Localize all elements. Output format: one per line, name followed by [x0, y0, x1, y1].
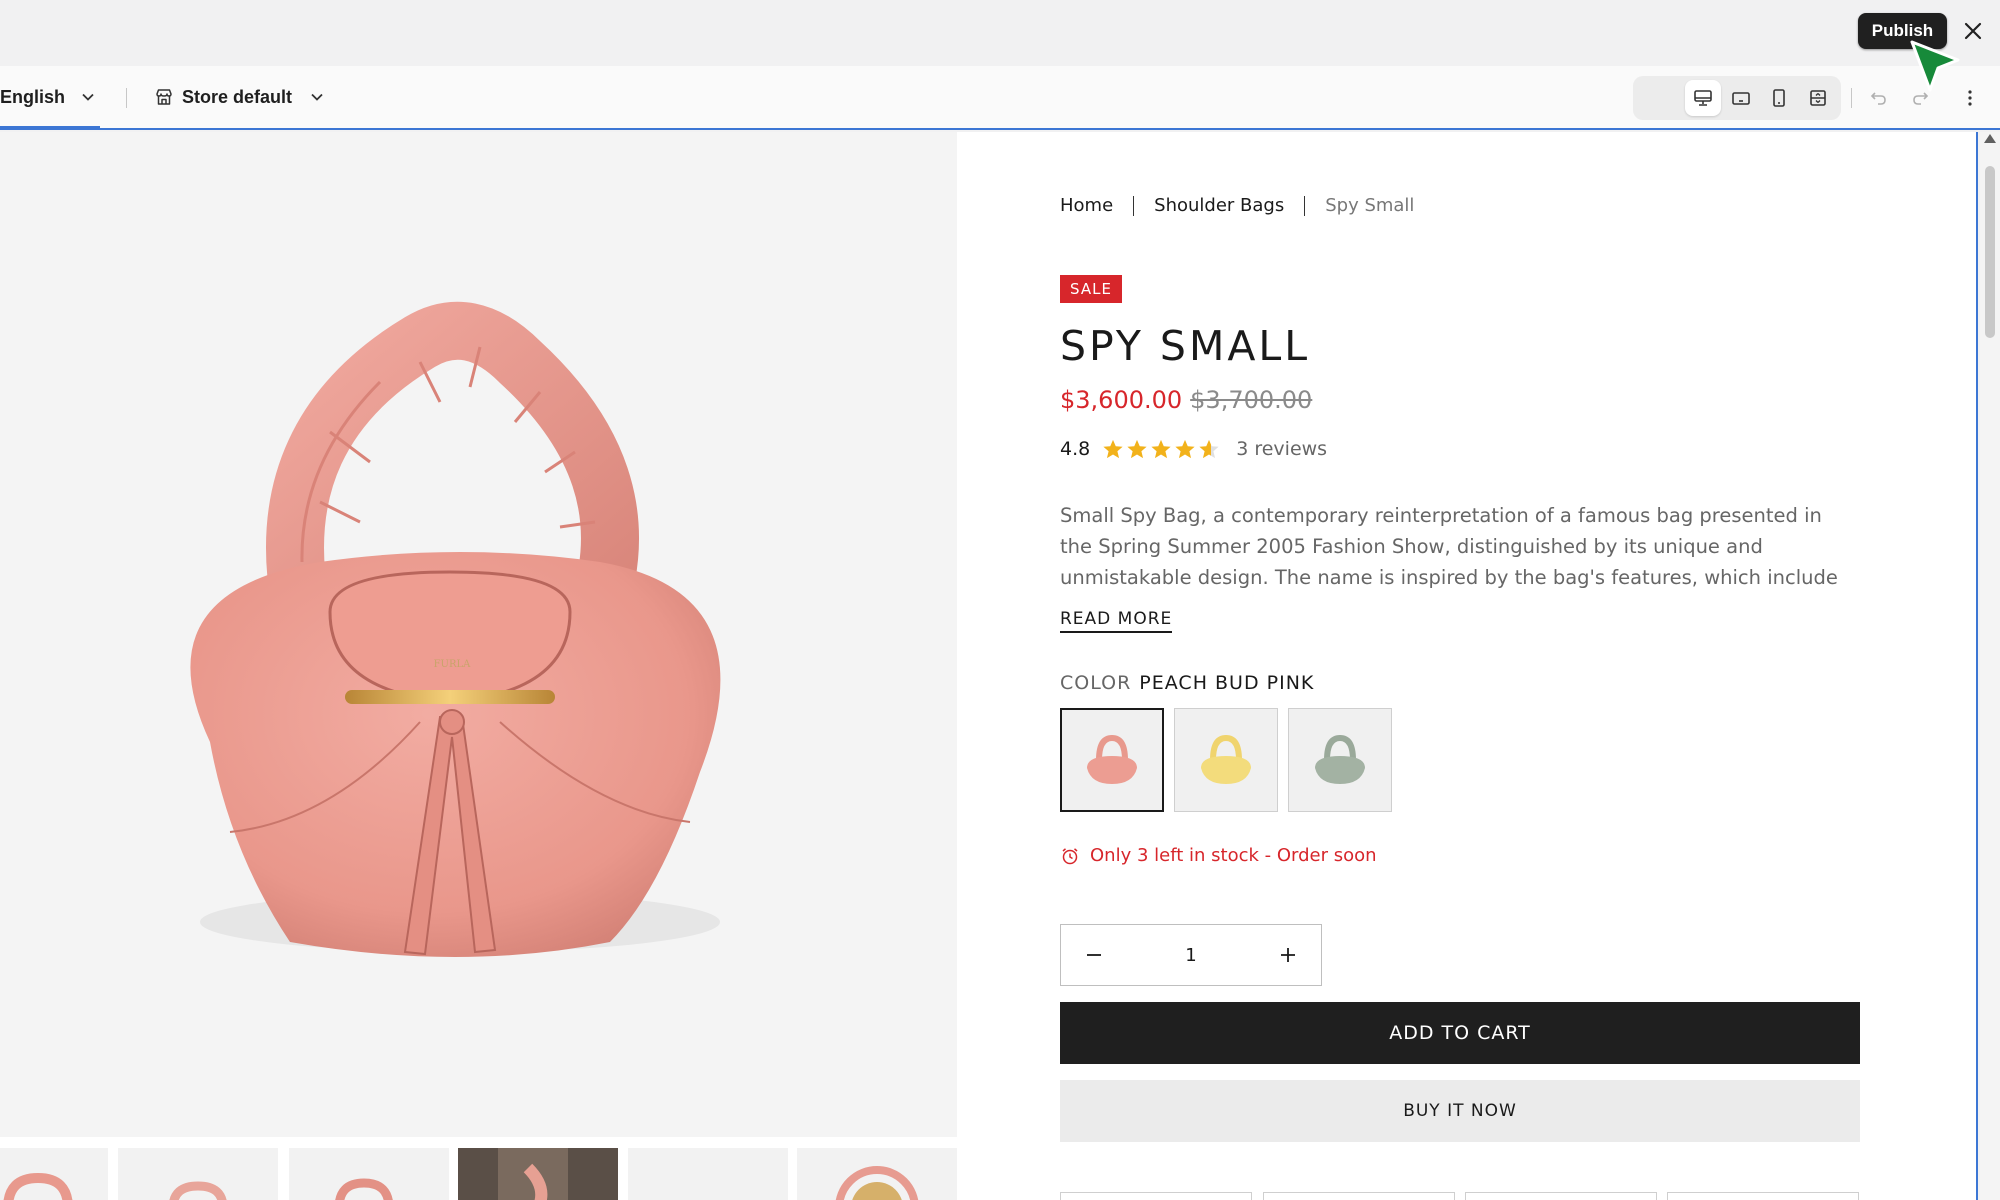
- info-tab[interactable]: [1263, 1192, 1455, 1200]
- color-swatch-pink[interactable]: [1060, 708, 1164, 812]
- page-preview-canvas: FURLA Home Shoulder Bags Spy Small SALE …: [0, 132, 1978, 1200]
- rating-value: 4.8: [1060, 438, 1091, 460]
- mouse-cursor-icon: [1910, 40, 1960, 92]
- product-description: Small Spy Bag, a contemporary reinterpre…: [1060, 504, 1838, 589]
- info-tab[interactable]: [1667, 1192, 1859, 1200]
- star-icon: [1127, 439, 1147, 459]
- thumbnail[interactable]: [458, 1148, 618, 1200]
- desktop-view-button[interactable]: [1685, 80, 1721, 116]
- thumbnail[interactable]: [628, 1148, 788, 1200]
- read-more-link[interactable]: READ MORE: [1060, 609, 1173, 633]
- svg-text:FURLA: FURLA: [434, 659, 472, 670]
- scroll-up-arrow[interactable]: [1984, 134, 1996, 143]
- add-to-cart-button[interactable]: ADD TO CART: [1060, 1002, 1860, 1064]
- stock-message: Only 3 left in stock - Order soon: [1090, 845, 1377, 866]
- chevron-down-icon: [311, 93, 323, 101]
- star-icon: [1103, 439, 1123, 459]
- breadcrumb-category[interactable]: Shoulder Bags: [1154, 195, 1284, 216]
- close-icon[interactable]: [1958, 16, 1988, 46]
- info-tab[interactable]: [1465, 1192, 1657, 1200]
- tablet-landscape-button[interactable]: [1723, 80, 1759, 116]
- chevron-down-icon: [82, 93, 94, 101]
- product-info: Home Shoulder Bags Spy Small SALE SPY SM…: [1060, 132, 1860, 1200]
- editor-top-bar: Publish: [0, 0, 2000, 66]
- sale-badge: SALE: [1060, 275, 1122, 303]
- plus-icon: [1280, 948, 1295, 962]
- desktop-icon: [1694, 90, 1712, 106]
- mobile-icon: [1773, 89, 1785, 107]
- editor-toolbar: English Store default: [0, 66, 2000, 130]
- language-selector[interactable]: English: [0, 80, 95, 114]
- review-count-link[interactable]: 3 reviews: [1236, 438, 1327, 460]
- quantity-stepper: 1: [1060, 924, 1322, 986]
- store-selector[interactable]: Store default: [154, 80, 324, 114]
- store-icon: [156, 89, 172, 105]
- info-tab[interactable]: [1060, 1192, 1252, 1200]
- undo-icon: [1870, 92, 1886, 105]
- swatch-bag-image: [1315, 734, 1365, 784]
- more-vertical-icon: [1968, 90, 1972, 106]
- breadcrumb: Home Shoulder Bags Spy Small: [1060, 195, 1414, 216]
- store-label: Store default: [182, 86, 293, 107]
- color-swatch-yellow[interactable]: [1174, 708, 1278, 812]
- buy-now-button[interactable]: BUY IT NOW: [1060, 1080, 1860, 1142]
- tablet-landscape-icon: [1732, 92, 1750, 105]
- star-rating: [1102, 438, 1220, 460]
- star-half-icon: [1199, 439, 1219, 459]
- thumbnail[interactable]: [289, 1148, 449, 1200]
- handbag-image: FURLA: [190, 301, 721, 957]
- canvas-scrollbar[interactable]: [1980, 132, 2000, 1200]
- quantity-value[interactable]: 1: [1185, 945, 1196, 966]
- minus-icon: [1087, 954, 1101, 956]
- quantity-decrease-button[interactable]: [1061, 925, 1127, 985]
- breadcrumb-separator: [1133, 195, 1135, 216]
- rating-row: 4.8 3 reviews: [1060, 438, 1327, 460]
- product-main-image[interactable]: FURLA: [0, 132, 957, 1137]
- swatch-bag-image: [1201, 734, 1251, 784]
- color-label: COLOR: [1060, 672, 1132, 694]
- price-block: $3,600.00 $3,700.00: [1060, 386, 1312, 414]
- thumbnail-strip: [0, 1148, 957, 1200]
- compare-price: $3,700.00: [1190, 386, 1313, 414]
- mobile-view-button[interactable]: [1761, 80, 1797, 116]
- selected-color: PEACH BUD PINK: [1139, 672, 1315, 694]
- swatch-bag-image: [1087, 734, 1137, 784]
- language-active-indicator: [0, 126, 100, 130]
- sale-price: $3,600.00: [1060, 386, 1183, 414]
- fit-height-icon: [1810, 90, 1826, 106]
- breadcrumb-separator: [1304, 195, 1306, 216]
- breadcrumb-current: Spy Small: [1325, 195, 1415, 216]
- toolbar-divider: [1851, 88, 1852, 108]
- star-icon: [1151, 439, 1171, 459]
- product-title: SPY SMALL: [1060, 322, 1311, 370]
- alarm-clock-icon: [1062, 847, 1078, 864]
- thumbnail[interactable]: [0, 1148, 108, 1200]
- fit-view-button[interactable]: [1800, 80, 1836, 116]
- language-label: English: [0, 86, 66, 107]
- toolbar-divider: [126, 88, 127, 108]
- thumbnail[interactable]: [118, 1148, 278, 1200]
- quantity-increase-button[interactable]: [1255, 925, 1321, 985]
- color-option-label: COLOR PEACH BUD PINK: [1060, 672, 1314, 694]
- undo-button[interactable]: [1861, 80, 1897, 116]
- stock-notice: Only 3 left in stock - Order soon: [1060, 845, 1377, 866]
- color-swatch-green[interactable]: [1288, 708, 1392, 812]
- scrollbar-thumb[interactable]: [1985, 166, 1995, 338]
- thumbnail[interactable]: [797, 1148, 957, 1200]
- star-icon: [1175, 439, 1195, 459]
- breadcrumb-home[interactable]: Home: [1060, 195, 1113, 216]
